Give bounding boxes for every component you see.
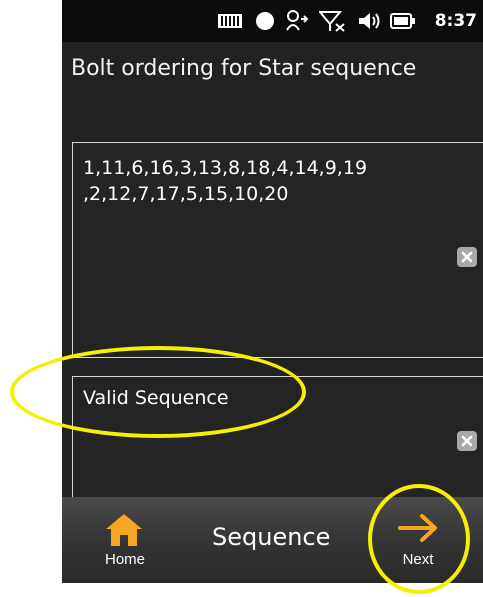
validation-text: Valid Sequence [83, 387, 229, 409]
signal-bars-icon [217, 10, 243, 32]
battery-icon [390, 10, 416, 32]
record-dot-icon [254, 10, 276, 32]
sync-person-icon [284, 10, 310, 32]
close-icon [461, 435, 473, 447]
next-label: Next [402, 551, 434, 568]
home-button[interactable]: Home [100, 511, 160, 573]
status-time: 8:37 [434, 11, 477, 31]
close-icon [461, 251, 473, 263]
volume-icon [356, 10, 382, 32]
nav-title: Sequence [212, 523, 331, 551]
device-screen: 8:37 Bolt ordering for Star sequence 1,1… [62, 0, 483, 583]
clear-validation-button[interactable] [457, 431, 477, 451]
sequence-textbox[interactable]: 1,11,6,16,3,13,8,18,4,14,9,19 ,2,12,7,17… [72, 142, 483, 358]
sequence-text: 1,11,6,16,3,13,8,18,4,14,9,19 ,2,12,7,17… [83, 157, 368, 205]
page-title: Bolt ordering for Star sequence [71, 56, 417, 81]
validation-textbox[interactable]: Valid Sequence [72, 376, 483, 516]
status-bar: 8:37 [62, 0, 483, 42]
clear-sequence-button[interactable] [457, 247, 477, 267]
bottom-nav-bar: Home Sequence Next [62, 497, 483, 583]
home-icon [105, 513, 143, 551]
arrow-right-icon [398, 513, 438, 547]
next-button[interactable]: Next [388, 509, 448, 575]
home-label: Home [104, 551, 145, 568]
no-signal-icon [318, 10, 346, 32]
